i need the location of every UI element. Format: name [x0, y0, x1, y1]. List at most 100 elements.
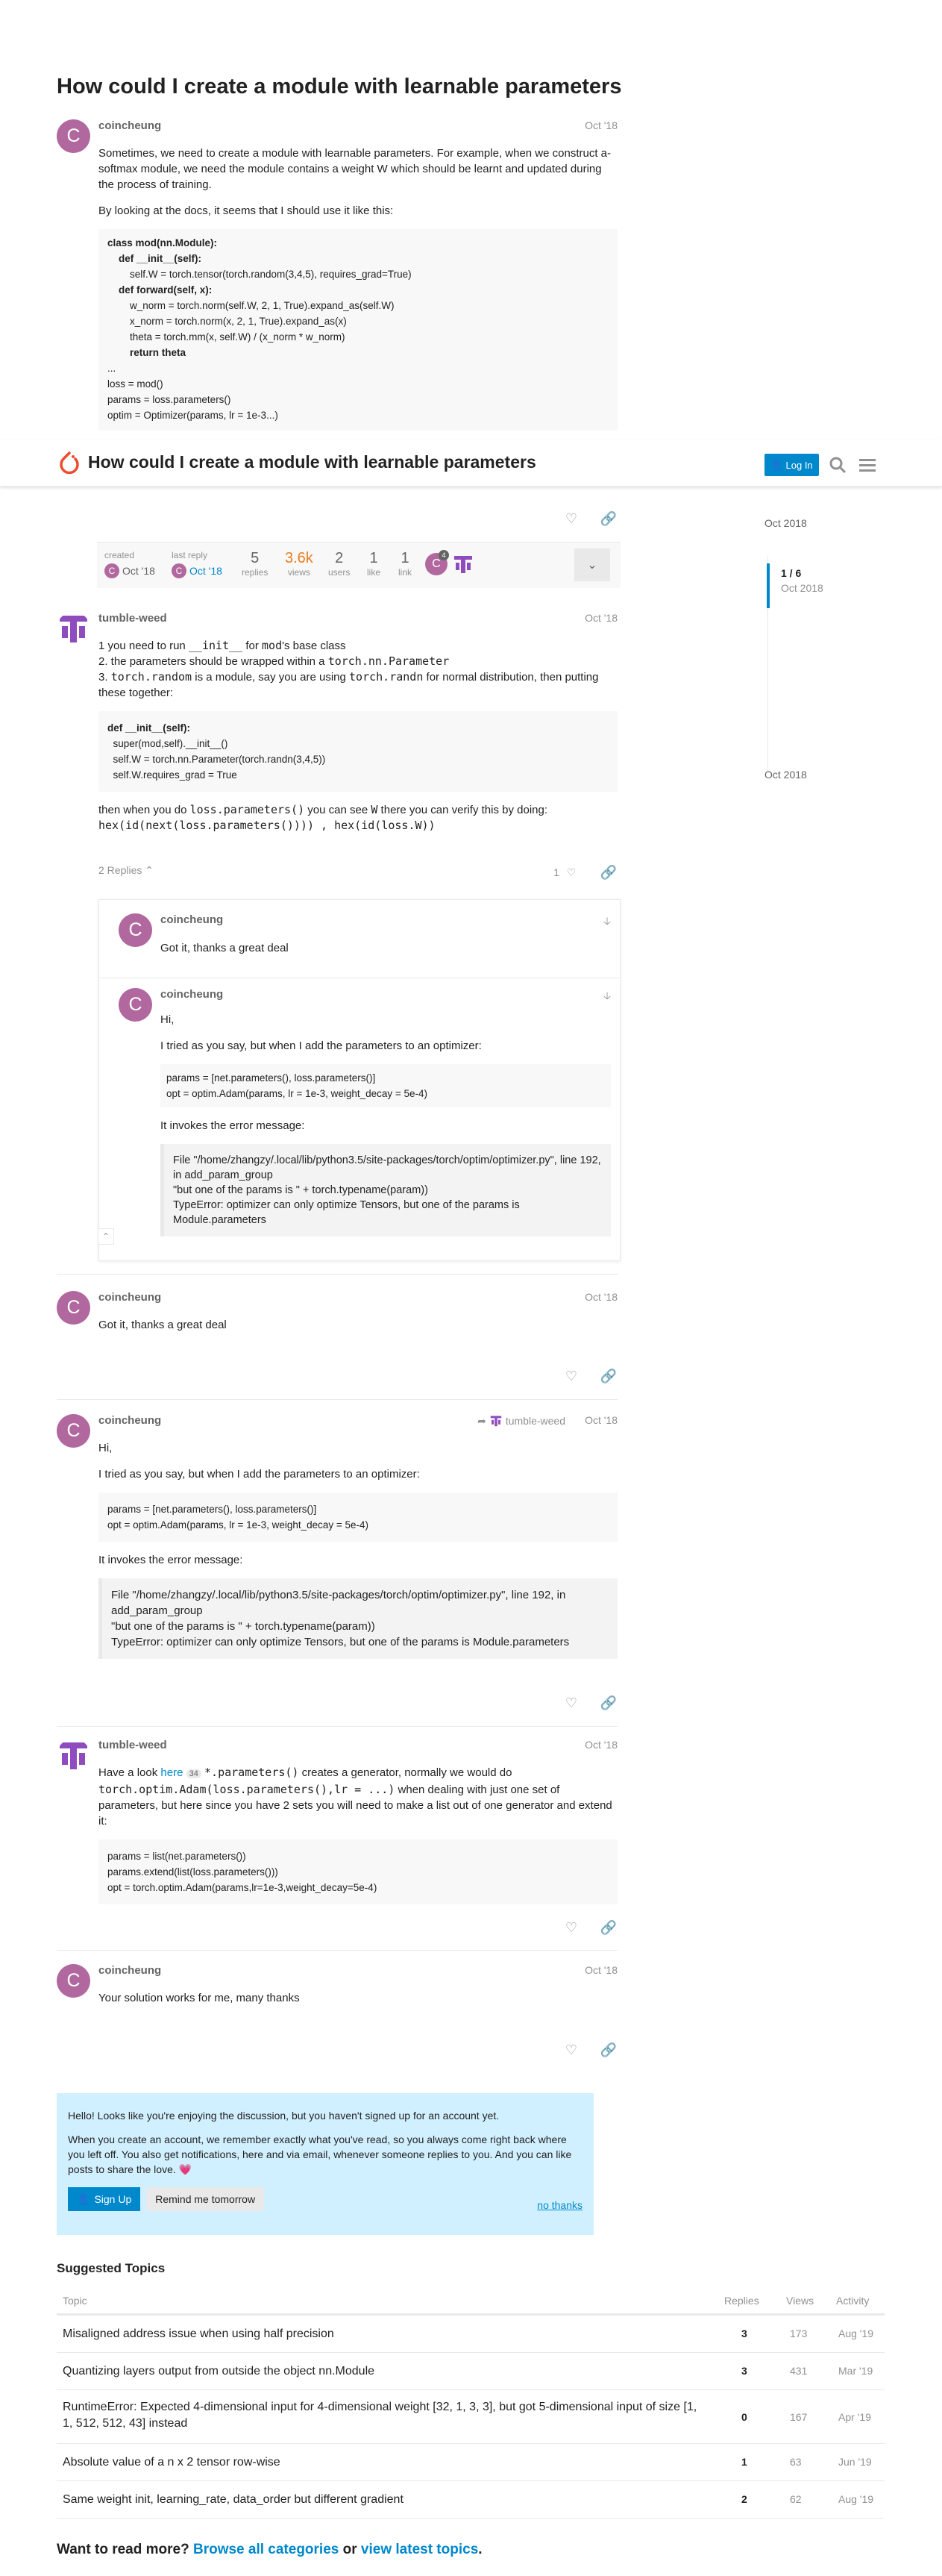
topic-title[interactable]: How could I create a module with learnab… [57, 75, 621, 99]
arrow-down-icon[interactable]: 🡣 [603, 988, 611, 1006]
column-header[interactable]: Activity [836, 2295, 869, 2307]
views-count: 63 [790, 2456, 802, 2468]
like-count[interactable]: 1 ♡ [553, 863, 580, 881]
chevron-down-icon[interactable]: ⌄ [574, 548, 610, 581]
post-date[interactable]: Oct '18 [585, 1739, 618, 1751]
post-paragraph: I tried as you say, but when I add the p… [98, 1468, 420, 1481]
post-author[interactable]: tumble-weed [98, 612, 618, 625]
activity-date[interactable]: Aug '19 [838, 2493, 873, 2505]
avatar[interactable]: C [172, 563, 186, 578]
user-icon: 👤 [770, 459, 783, 470]
map-label: created [104, 550, 135, 560]
heart-emoji-icon: 💗 [178, 2163, 192, 2175]
collapse-chevron-up-icon[interactable]: ⌃ [98, 1228, 114, 1245]
avatar[interactable]: C [57, 1291, 90, 1325]
code-line: self.W = torch.tensor(torch.random(3,4,5… [107, 269, 412, 280]
activity-date[interactable]: Aug '19 [838, 2328, 873, 2339]
browse-categories-link[interactable]: Browse all categories [193, 2542, 339, 2557]
avatar[interactable] [57, 1739, 90, 1772]
avatar[interactable] [57, 612, 90, 645]
topic-link[interactable]: Absolute value of a n x 2 tensor row-wis… [63, 2454, 704, 2471]
avatar[interactable]: C [57, 119, 90, 153]
column-header[interactable]: Topic [63, 2295, 87, 2307]
timeline-position: 1 / 6 [781, 567, 802, 579]
header-topic-title[interactable]: How could I create a module with learnab… [88, 452, 536, 472]
table-row[interactable]: Absolute value of a n x 2 tensor row-wis… [57, 2444, 885, 2481]
avatar[interactable]: C [119, 988, 152, 1022]
inline-code: *.parameters() [204, 1766, 299, 1779]
heart-icon[interactable]: ♡ [562, 510, 580, 528]
post-author[interactable]: coincheung [160, 913, 223, 926]
embedded-reply: C coincheung 🡣 Got it, thanks a great de… [119, 913, 611, 966]
post-text: Got it, thanks a great deal [98, 1319, 227, 1331]
post-date[interactable]: Oct '18 [585, 1291, 618, 1303]
activity-date[interactable]: Jun '19 [838, 2456, 872, 2468]
arrow-down-icon[interactable]: 🡣 [603, 913, 611, 931]
table-row[interactable]: Same weight init, learning_rate, data_or… [57, 2481, 885, 2519]
link-icon[interactable]: 🔗 [600, 1367, 618, 1385]
code-line: theta = torch.mm(x, self.W) / (x_norm * … [107, 331, 345, 343]
activity-date[interactable]: Mar '19 [838, 2365, 873, 2377]
link-icon[interactable]: 🔗 [600, 2041, 618, 2059]
post-author[interactable]: tumble-weed [98, 1739, 618, 1751]
remind-tomorrow-button[interactable]: Remind me tomorrow [146, 2187, 265, 2211]
topic-link[interactable]: Quantizing layers output from outside th… [63, 2363, 704, 2380]
avatar[interactable]: C [57, 1964, 90, 1998]
code-line: self.W.requires_grad = True [107, 769, 237, 781]
table-row[interactable]: Misaligned address issue when using half… [57, 2316, 885, 2353]
post-actions: ♡ 🔗 [0, 510, 618, 528]
login-button[interactable]: 👤 Log In [764, 454, 819, 476]
avatar[interactable]: C [57, 1414, 90, 1448]
timeline-start-date[interactable]: Oct 2018 [764, 517, 807, 529]
post-date[interactable]: Oct '18 [585, 612, 618, 624]
read-more-text: or [339, 2542, 361, 2557]
reply-to-tab[interactable]: ➦ tumble-weed [477, 1414, 565, 1428]
text: there you can verify this by doing: [377, 804, 548, 816]
signup-button[interactable]: 👤 Sign Up [68, 2187, 141, 2211]
post-date[interactable]: Oct '18 [585, 1414, 618, 1426]
heart-icon[interactable]: ♡ [562, 1367, 580, 1385]
latest-topics-link[interactable]: view latest topics [361, 2542, 478, 2557]
link-icon[interactable]: 🔗 [600, 510, 618, 528]
post-date[interactable]: Oct '18 [585, 1964, 618, 1976]
pytorch-logo-icon[interactable] [57, 451, 82, 476]
post-date[interactable]: Oct '18 [585, 119, 618, 131]
topic-link[interactable]: Misaligned address issue when using half… [63, 2326, 704, 2342]
map-last-reply[interactable]: last reply C Oct '18 [172, 550, 222, 578]
avatar[interactable]: C [104, 563, 119, 578]
no-thanks-link[interactable]: no thanks [537, 2198, 583, 2213]
replies-count: 1 [741, 2456, 747, 2468]
link-icon[interactable]: 🔗 [600, 1694, 618, 1712]
link-icon[interactable]: 🔗 [600, 863, 618, 881]
avatar[interactable] [452, 553, 474, 575]
search-icon[interactable] [828, 455, 847, 475]
post-line: hex(id(next(loss.parameters()))) , hex(i… [98, 818, 618, 834]
map-value: 3.6k [285, 550, 313, 566]
topic-link[interactable]: RuntimeError: Expected 4-dimensional inp… [63, 2399, 704, 2432]
code-block: def __init__(self): super(mod,self).__in… [98, 711, 618, 792]
map-label: users [328, 567, 351, 578]
reply-to-user: tumble-weed [505, 1415, 565, 1427]
map-link: 1 link [398, 550, 412, 578]
post-author[interactable]: coincheung [160, 988, 223, 1001]
table-row[interactable]: Quantizing layers output from outside th… [57, 2353, 885, 2390]
heart-icon[interactable]: ♡ [562, 1919, 580, 1936]
post-author[interactable]: coincheung [98, 119, 618, 132]
quote-line: File "/home/zhangzy/.local/lib/python3.5… [111, 1589, 566, 1617]
timeline-handle[interactable] [767, 563, 770, 608]
post-3: C coincheung Oct '18 Got it, thanks a gr… [57, 1291, 618, 1351]
hamburger-menu-icon[interactable] [858, 455, 877, 475]
avatar[interactable]: C [119, 913, 152, 947]
topic-link[interactable]: Same weight init, learning_rate, data_or… [63, 2492, 704, 2508]
column-header[interactable]: Replies [724, 2295, 759, 2307]
here-link[interactable]: here [160, 1766, 183, 1779]
link-icon[interactable]: 🔗 [600, 1919, 618, 1936]
activity-date[interactable]: Apr '19 [838, 2411, 871, 2423]
heart-icon[interactable]: ♡ [562, 2041, 580, 2059]
timeline-end-date[interactable]: Oct 2018 [764, 769, 807, 781]
column-header[interactable]: Views [786, 2295, 814, 2307]
post-author[interactable]: coincheung [98, 1964, 618, 1977]
table-row[interactable]: RuntimeError: Expected 4-dimensional inp… [57, 2390, 885, 2444]
heart-icon[interactable]: ♡ [562, 1694, 580, 1712]
post-author[interactable]: coincheung [98, 1291, 618, 1304]
